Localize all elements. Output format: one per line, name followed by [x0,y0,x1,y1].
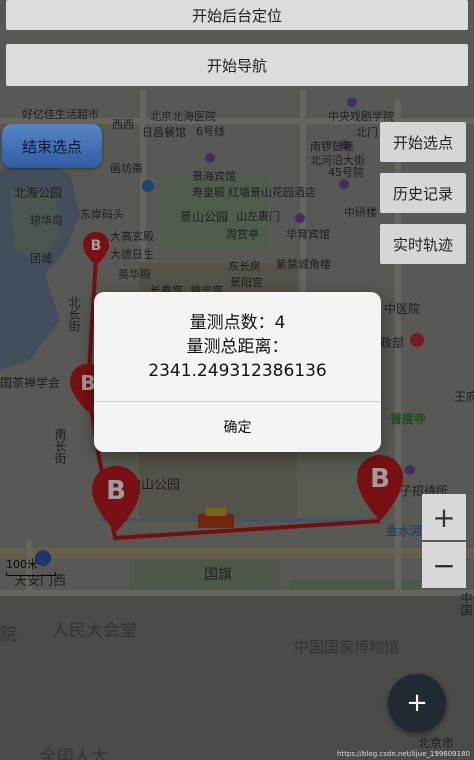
zoom-out-icon: − [432,548,456,582]
dialog-message: 量测点数：4 量测总距离： 2341.249312386136 [94,292,381,401]
zoom-out-button[interactable]: − [422,542,466,588]
zoom-in-icon: + [432,500,456,534]
history-button[interactable]: 历史记录 [380,173,466,213]
start-navigation-button[interactable]: 开始导航 [6,44,468,86]
measure-distance-label: 量测总距离： [186,336,289,357]
dialog-ok-button[interactable]: 确定 [94,402,381,452]
measure-distance-value: 2341.249312386136 [148,360,327,381]
measure-point-count: 量测点数：4 [189,312,286,333]
realtime-track-label: 实时轨迹 [392,235,453,254]
plus-icon: + [406,688,428,718]
end-select-button[interactable]: 结束选点 [2,124,102,168]
history-label: 历史记录 [392,184,453,203]
start-background-location-button[interactable]: 开始后台定位 [6,0,468,30]
start-navigation-label: 开始导航 [206,56,267,75]
start-background-location-label: 开始后台定位 [191,6,282,25]
start-select-button[interactable]: 开始选点 [380,122,466,162]
realtime-track-button[interactable]: 实时轨迹 [380,224,466,264]
dialog-ok-label: 确定 [223,420,252,436]
zoom-in-button[interactable]: + [422,494,466,540]
watermark-url: https://blog.csdn.net/lijue_199609180 [336,750,470,758]
add-fab-button[interactable]: + [388,674,446,732]
measure-result-dialog: 量测点数：4 量测总距离： 2341.249312386136 确定 [94,292,381,452]
end-select-label: 结束选点 [21,137,82,156]
start-select-label: 开始选点 [392,133,453,152]
